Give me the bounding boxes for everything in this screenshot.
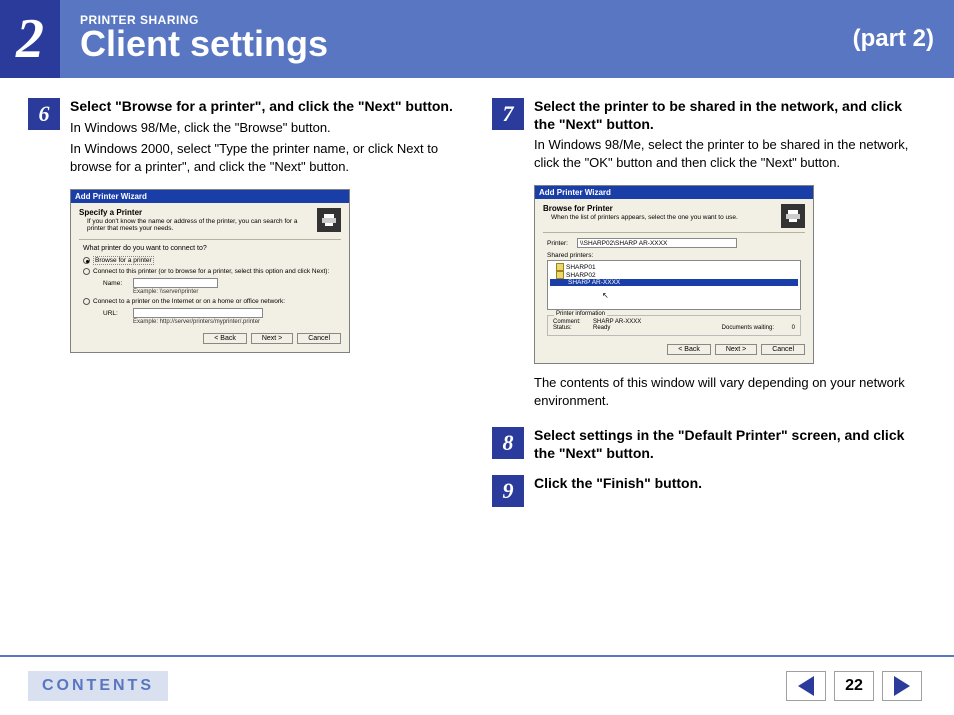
step-text: In Windows 98/Me, click the "Browse" but… (70, 119, 462, 137)
info-label: Status: (553, 325, 593, 331)
name-input (133, 278, 218, 288)
radio-label: Browse for a printer (93, 256, 154, 265)
info-label: Documents waiting: (722, 325, 792, 331)
cursor-icon: ↖ (602, 291, 609, 300)
dialog-prompt: What printer do you want to connect to? (83, 245, 341, 252)
page-title: Client settings (80, 23, 853, 65)
page-footer: CONTENTS 22 (0, 655, 954, 715)
back-button: < Back (667, 344, 711, 355)
step-6: 6 Select "Browse for a printer", and cli… (28, 98, 462, 179)
dialog-subtitle: If you don't know the name or address of… (87, 218, 313, 232)
cancel-button: Cancel (297, 333, 341, 344)
step-text: In Windows 98/Me, select the printer to … (534, 136, 926, 171)
next-button: Next > (251, 333, 293, 344)
example-text: Example: http://server/printers/myprinte… (133, 319, 341, 325)
printer-info-box: Printer information Comment: SHARP AR-XX… (547, 315, 801, 336)
dialog-add-printer-browse: Add Printer Wizard Browse for Printer Wh… (534, 185, 814, 364)
header-text-block: PRINTER SHARING Client settings (80, 13, 853, 65)
page-header: 2 PRINTER SHARING Client settings (part … (0, 0, 954, 78)
back-button: < Back (203, 333, 247, 344)
dialog-subtitle: When the list of printers appears, selec… (551, 214, 777, 221)
part-label: (part 2) (853, 25, 934, 53)
url-field-row: URL: (103, 308, 341, 318)
dialog-add-printer-specify: Add Printer Wizard Specify a Printer If … (70, 189, 350, 353)
radio-label: Connect to this printer (or to browse fo… (93, 268, 329, 275)
step-title: Click the "Finish" button. (534, 475, 926, 493)
printer-path-row: Printer: \\SHARP02\SHARP AR-XXXX (547, 238, 805, 248)
name-field-row: Name: (103, 278, 341, 288)
arrow-left-icon (798, 676, 814, 696)
step-text: In Windows 2000, select "Type the printe… (70, 140, 462, 175)
shared-printers-tree: SHARP01 SHARP02 SHARP AR-XXXX ↖ (547, 260, 801, 310)
content-area: 6 Select "Browse for a printer", and cli… (0, 78, 954, 638)
example-text: Example: \\server\printer (133, 289, 341, 295)
url-input (133, 308, 263, 318)
field-label: Name: (103, 280, 133, 287)
printer-info-title: Printer information (554, 311, 607, 317)
tree-item: SHARP01 (550, 263, 798, 271)
field-label: Printer: (547, 240, 577, 247)
step-number: 8 (492, 427, 524, 459)
cancel-button: Cancel (761, 344, 805, 355)
contents-button[interactable]: CONTENTS (28, 671, 168, 701)
step-7-note: The contents of this window will vary de… (534, 374, 926, 409)
field-label: URL: (103, 310, 133, 317)
step-number: 9 (492, 475, 524, 507)
printer-icon (781, 204, 805, 228)
next-button: Next > (715, 344, 757, 355)
radio-label: Connect to a printer on the Internet or … (93, 298, 285, 305)
info-value: Ready (593, 325, 722, 331)
shared-printers-label: Shared printers: (547, 252, 805, 259)
tree-item-selected: SHARP AR-XXXX (550, 279, 798, 286)
tree-item: SHARP02 (550, 271, 798, 279)
step-number: 7 (492, 98, 524, 130)
chapter-number: 2 (0, 0, 60, 78)
prev-page-button[interactable] (786, 671, 826, 701)
step-8: 8 Select settings in the "Default Printe… (492, 427, 926, 465)
step-number: 6 (28, 98, 60, 130)
dialog-section-title: Browse for Printer (543, 204, 777, 213)
printer-path-input: \\SHARP02\SHARP AR-XXXX (577, 238, 737, 248)
step-title: Select settings in the "Default Printer"… (534, 427, 926, 462)
dialog-titlebar: Add Printer Wizard (535, 186, 813, 199)
step-title: Select "Browse for a printer", and click… (70, 98, 462, 116)
left-column: 6 Select "Browse for a printer", and cli… (28, 98, 462, 638)
radio-connect-url: Connect to a printer on the Internet or … (83, 298, 341, 305)
radio-connect-named: Connect to this printer (or to browse fo… (83, 268, 341, 275)
step-9: 9 Click the "Finish" button. (492, 475, 926, 507)
dialog-section-title: Specify a Printer (79, 208, 313, 217)
info-value: 0 (792, 325, 795, 331)
printer-icon (317, 208, 341, 232)
step-7: 7 Select the printer to be shared in the… (492, 98, 926, 175)
step-title: Select the printer to be shared in the n… (534, 98, 926, 133)
arrow-right-icon (894, 676, 910, 696)
page-number: 22 (834, 671, 874, 701)
next-page-button[interactable] (882, 671, 922, 701)
dialog-titlebar: Add Printer Wizard (71, 190, 349, 203)
radio-browse: Browse for a printer (83, 256, 341, 265)
right-column: 7 Select the printer to be shared in the… (492, 98, 926, 638)
